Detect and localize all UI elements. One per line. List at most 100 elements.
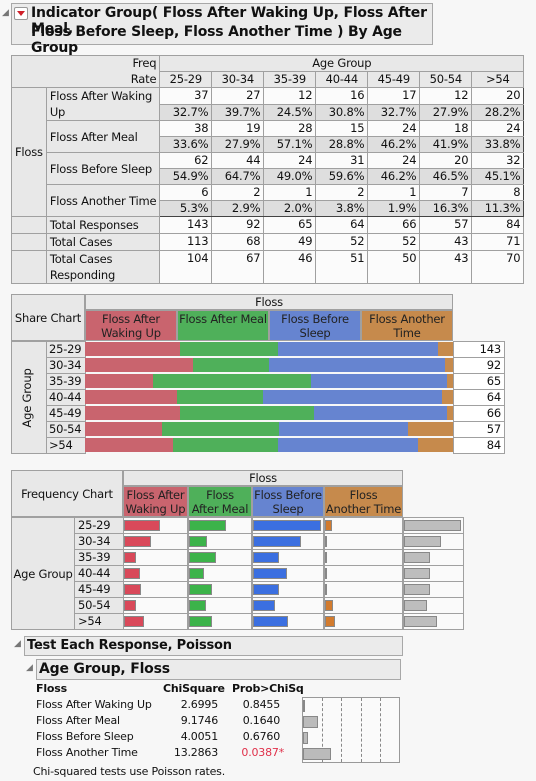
col-header: 25-29	[159, 71, 213, 88]
share-total-label: 64	[453, 389, 505, 406]
frequency-total-bar	[404, 616, 438, 627]
freq-cell: 1	[367, 184, 421, 201]
p-value-bar-chart	[302, 697, 400, 763]
share-total-label: 65	[453, 373, 505, 390]
share-row-label: 50-54	[46, 421, 86, 438]
legend-line: Floss After Meal	[179, 312, 267, 326]
rate-cell: 16.3%	[419, 200, 473, 217]
frequency-bar-floss-after-meal	[189, 552, 217, 563]
disclosure-triangle-icon[interactable]: ◢	[26, 663, 33, 673]
frequency-bar-floss-before-sleep	[253, 600, 275, 611]
test-row-label: Floss Before Sleep	[36, 730, 134, 743]
total-cell: 113	[159, 233, 213, 251]
test-row-chisquare: 4.0051	[180, 730, 218, 743]
frequency-bar-floss-after-meal	[189, 520, 226, 531]
freq-cell: 15	[315, 120, 369, 137]
frequency-total-bar	[404, 584, 431, 595]
frequency-chart-group-label: Floss	[123, 470, 403, 486]
share-segment-floss-before-sleep	[269, 358, 445, 372]
test-row-chisquare: 13.2863	[173, 746, 218, 759]
share-segment-floss-before-sleep	[278, 422, 408, 436]
frequency-bar-floss-after-waking-up	[124, 568, 140, 579]
legend-line: Waking Up	[101, 326, 161, 340]
frequency-legend-0: Floss After Waking Up	[123, 486, 188, 517]
total-cell: 52	[367, 233, 421, 251]
test-row-label: Floss Another Time	[36, 746, 138, 759]
legend-line: Floss Before	[281, 312, 349, 326]
legend-line: After Meal	[191, 502, 249, 516]
red-triangle-menu-icon[interactable]	[14, 7, 28, 20]
share-segment-floss-another-time	[407, 422, 453, 436]
total-cell: 46	[263, 250, 317, 284]
frequency-total-bar	[404, 600, 427, 611]
frequency-bar-floss-after-meal	[189, 568, 204, 579]
total-cell: 143	[159, 216, 213, 234]
frequency-bar-floss-after-waking-up	[124, 616, 144, 627]
test-row-prob: 0.1640	[242, 714, 280, 727]
total-cell: 50	[367, 250, 421, 284]
share-segment-floss-after-waking-up	[85, 390, 177, 404]
share-segment-floss-after-waking-up	[85, 342, 181, 356]
total-cell: 65	[263, 216, 317, 234]
disclosure-triangle-icon[interactable]: ◢	[14, 639, 21, 649]
frequency-axis-label: Age Group	[11, 517, 75, 630]
frequency-bar-floss-before-sleep	[253, 552, 280, 563]
freq-cell: 24	[367, 152, 421, 169]
share-bar-row	[85, 390, 453, 404]
rate-label: Rate	[10, 71, 161, 88]
frequency-bar-floss-after-meal	[189, 616, 213, 627]
share-segment-floss-another-time	[445, 358, 453, 372]
test-row-prob: 0.6760	[242, 730, 280, 743]
freq-cell: 24	[471, 120, 525, 137]
share-legend-1: Floss After Meal	[177, 310, 269, 341]
freq-cell: 20	[471, 87, 525, 105]
freq-cell: 17	[367, 87, 421, 105]
test-row-label: Floss After Meal	[36, 714, 120, 727]
frequency-bar-floss-after-waking-up	[124, 584, 141, 595]
rate-cell: 49.0%	[263, 168, 317, 185]
frequency-total-bar	[404, 536, 441, 547]
share-segment-floss-before-sleep	[313, 406, 448, 420]
rate-cell: 57.1%	[263, 136, 317, 153]
share-legend-0: Floss After Waking Up	[85, 310, 177, 341]
col-header: 35-39	[263, 71, 317, 88]
freq-cell: 18	[419, 120, 473, 137]
share-total-label: 57	[453, 421, 505, 438]
share-total-label: 66	[453, 405, 505, 422]
freq-cell: 12	[263, 87, 317, 105]
frequency-cell	[324, 565, 403, 582]
legend-line: Sleep	[272, 502, 304, 516]
rate-cell: 30.8%	[315, 103, 369, 121]
rate-cell: 28.2%	[471, 103, 525, 121]
rate-cell: 46.5%	[419, 168, 473, 185]
frequency-bar-floss-before-sleep	[253, 616, 289, 627]
share-legend-3: Floss Another Time	[361, 310, 453, 341]
frequency-bar-floss-after-meal	[189, 600, 207, 611]
total-cell: 92	[211, 216, 265, 234]
total-label-line: Total Cases	[49, 252, 113, 266]
legend-line: Sleep	[299, 326, 331, 340]
test-section-header: Test Each Response, Poisson	[24, 636, 403, 656]
freq-cell: 20	[419, 152, 473, 169]
total-cell: 84	[471, 216, 525, 234]
row-label-line: Up	[49, 105, 66, 119]
crosstab-table: Freq Age Group Rate 25-29 30-34 35-39 40-44…	[10, 55, 525, 284]
share-segment-floss-another-time	[437, 342, 453, 356]
rate-cell: 5.3%	[159, 200, 213, 217]
header-title-line2: Floss Before Sleep, Floss Another Time )…	[31, 24, 402, 56]
share-row-label: 45-49	[46, 405, 86, 422]
col-header-floss: Floss	[36, 682, 67, 695]
legend-line: Time	[393, 326, 421, 340]
disclosure-triangle-icon[interactable]: ◢	[2, 8, 9, 18]
frequency-cell	[324, 597, 403, 614]
frequency-cell	[324, 517, 403, 534]
share-segment-floss-after-waking-up	[85, 438, 173, 452]
total-label: Total Cases Responding	[45, 250, 161, 284]
col-header: >54	[471, 71, 525, 88]
test-row-chisquare: 2.6995	[180, 698, 218, 711]
freq-cell: 19	[211, 120, 265, 137]
frequency-bar-floss-after-waking-up	[124, 536, 151, 547]
frequency-bar-floss-another-time	[325, 584, 327, 595]
freq-cell: 24	[263, 152, 317, 169]
spacer-cell	[11, 250, 47, 284]
